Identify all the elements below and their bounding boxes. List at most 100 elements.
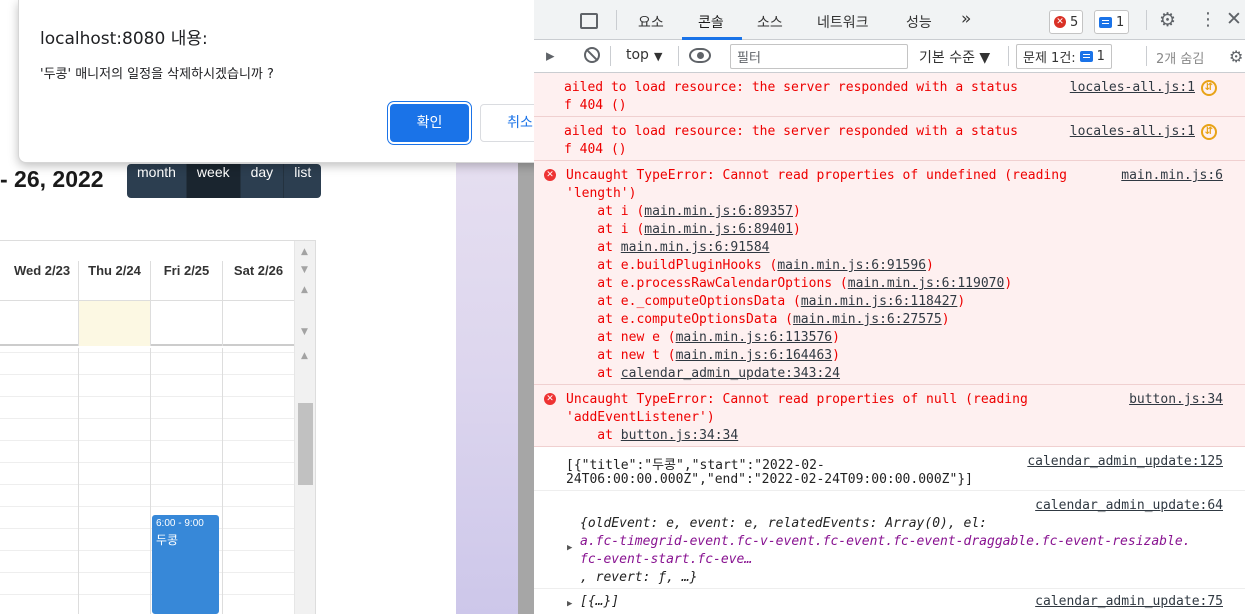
scroll-up-icon[interactable]: ▲ — [301, 247, 308, 257]
log-text: , revert: ƒ, …} — [580, 570, 698, 585]
stack-link[interactable]: main.min.js:6:113576 — [676, 330, 833, 345]
devtools-tab-bar: 요소 콘솔 소스 네트워크 성능 » ✕ 5 1 ⚙ ⋮ ✕ — [534, 0, 1245, 40]
source-link[interactable]: calendar_admin_update:125 — [1027, 454, 1223, 469]
console-log-row[interactable]: calendar_admin_update:64 ▶ {oldEvent: e,… — [534, 491, 1245, 589]
day-header-wed: Wed 2/23 — [13, 263, 71, 278]
scroll-up-icon[interactable]: ▲ — [301, 285, 308, 295]
tab-network[interactable]: 네트워크 — [817, 12, 869, 32]
view-month-button[interactable]: month — [127, 164, 187, 198]
all-day-cell[interactable] — [150, 301, 222, 346]
context-dropdown-icon[interactable]: ▼ — [654, 50, 662, 63]
view-week-button[interactable]: week — [186, 164, 241, 198]
live-expression-eye-icon[interactable] — [689, 48, 711, 63]
message-count-badge[interactable]: 1 — [1094, 10, 1130, 34]
stack-link[interactable]: main.min.js:6:89357 — [644, 204, 793, 219]
error-icon: ✕ — [544, 169, 556, 181]
alert-origin: localhost:8080 내용: — [40, 29, 208, 49]
message-count: 1 — [1116, 14, 1125, 30]
hidden-count: 2개 숨김 — [1156, 52, 1205, 67]
stack-link[interactable]: main.min.js:6:27575 — [793, 312, 942, 327]
source-link[interactable]: locales-all.js:1 — [1070, 124, 1195, 139]
tab-elements[interactable]: 요소 — [638, 12, 664, 32]
all-day-cell[interactable] — [6, 301, 78, 346]
scroll-thumb[interactable] — [298, 403, 313, 485]
more-tabs-icon[interactable]: » — [961, 9, 971, 29]
tab-performance[interactable]: 성능 — [906, 12, 932, 32]
stack-link[interactable]: main.min.js:6:118427 — [801, 294, 958, 309]
source-link[interactable]: main.min.js:6 — [1121, 168, 1223, 183]
expand-triangle-icon[interactable]: ▶ — [567, 599, 572, 609]
scroll-up-icon[interactable]: ▲ — [301, 351, 308, 361]
error-text: f 404 () — [564, 142, 627, 157]
stack-frame: at new e (main.min.js:6:113576) — [566, 330, 840, 345]
console-error-row[interactable]: ailed to load resource: the server respo… — [534, 117, 1245, 161]
console-error-row[interactable]: ✕ Uncaught TypeError: Cannot read proper… — [534, 385, 1245, 447]
stack-link[interactable]: main.min.js:6:91584 — [621, 240, 770, 255]
kebab-menu-icon[interactable]: ⋮ — [1199, 9, 1217, 30]
error-count: 5 — [1070, 14, 1079, 30]
alert-message: '두콩' 매니저의 일정을 삭제하시겠습니까 ? — [40, 67, 274, 82]
grid-scrollbar[interactable]: ▲ ▼ ▲ ▼ ▲ — [294, 241, 315, 614]
scroll-down-icon[interactable]: ▼ — [301, 265, 308, 275]
stack-link[interactable]: main.min.js:6:89401 — [644, 222, 793, 237]
context-selector[interactable]: top — [626, 47, 649, 63]
error-count-badge[interactable]: ✕ 5 — [1049, 10, 1084, 34]
view-day-button[interactable]: day — [240, 164, 285, 198]
source-link[interactable]: calendar_admin_update:64 — [1035, 498, 1223, 513]
stack-frame: at e.computeOptionsData (main.min.js:6:2… — [566, 312, 950, 327]
view-list-button[interactable]: list — [284, 164, 322, 198]
clear-console-icon[interactable] — [584, 47, 600, 63]
log-levels-dropdown[interactable]: 기본 수준 ▼ — [919, 47, 990, 67]
console-error-row[interactable]: ailed to load resource: the server respo… — [534, 73, 1245, 117]
console-log-row[interactable]: [{"title":"두콩","start":"2022-02- 24T06:0… — [534, 447, 1245, 491]
source-link[interactable]: calendar_admin_update:75 — [1035, 594, 1223, 609]
tab-sources[interactable]: 소스 — [757, 12, 783, 32]
source-link[interactable]: locales-all.js:1 — [1070, 80, 1195, 95]
stack-link[interactable]: main.min.js:6:164463 — [676, 348, 833, 363]
stack-link[interactable]: main.min.js:6:119070 — [848, 276, 1005, 291]
stack-link[interactable]: main.min.js:6:91596 — [777, 258, 926, 273]
error-text: Uncaught TypeError: Cannot read properti… — [566, 168, 1067, 183]
error-text: ailed to load resource: the server respo… — [564, 80, 1018, 95]
error-text: 'addEventListener') — [566, 410, 715, 425]
stack-frame: at e.processRawCalendarOptions (main.min… — [566, 276, 1013, 291]
event-time: 6:00 - 9:00 — [156, 518, 204, 529]
stack-frame: at calendar_admin_update:343:24 — [566, 366, 840, 381]
close-devtools-icon[interactable]: ✕ — [1226, 8, 1242, 30]
day-header-fri: Fri 2/25 — [150, 261, 222, 301]
settings-gear-icon[interactable]: ⚙ — [1159, 9, 1176, 31]
stack-link[interactable]: button.js:34:34 — [621, 428, 738, 443]
network-issue-icon[interactable]: ⇵ — [1201, 80, 1217, 96]
console-toolbar: ▸ top ▼ 필터 기본 수준 ▼ 문제 1건: 1 2개 숨김 ⚙ — [534, 40, 1245, 73]
stack-link[interactable]: calendar_admin_update:343:24 — [621, 366, 840, 381]
sidebar-toggle-icon[interactable]: ▸ — [546, 46, 555, 66]
alert-dialog: localhost:8080 내용: '두콩' 매니저의 일정을 삭제하시겠습니… — [18, 0, 579, 163]
devtools-panel: 요소 콘솔 소스 네트워크 성능 » ✕ 5 1 ⚙ ⋮ ✕ ▸ top ▼ 필… — [534, 0, 1245, 614]
all-day-row — [0, 301, 294, 346]
day-header-thu: Thu 2/24 — [78, 261, 150, 301]
scroll-down-icon[interactable]: ▼ — [301, 327, 308, 337]
filter-input[interactable]: 필터 — [730, 44, 908, 69]
device-toolbar-icon[interactable] — [580, 13, 598, 29]
stack-frame: at button.js:34:34 — [566, 428, 739, 443]
source-link[interactable]: button.js:34 — [1129, 392, 1223, 407]
confirm-button[interactable]: 확인 — [390, 104, 469, 142]
tab-console[interactable]: 콘솔 — [698, 12, 724, 32]
log-text: fc-event-start.fc-eve… — [580, 552, 753, 567]
error-icon: ✕ — [544, 393, 556, 405]
console-error-row[interactable]: ✕ Uncaught TypeError: Cannot read proper… — [534, 161, 1245, 385]
issues-button[interactable]: 문제 1건: 1 — [1016, 44, 1112, 69]
network-issue-icon[interactable]: ⇵ — [1201, 124, 1217, 140]
time-slots[interactable] — [0, 348, 294, 614]
error-icon: ✕ — [1054, 16, 1066, 28]
all-day-cell-today[interactable] — [78, 301, 150, 346]
expand-triangle-icon[interactable]: ▶ — [567, 543, 572, 553]
message-icon — [1099, 16, 1112, 28]
all-day-cell[interactable] — [222, 301, 294, 346]
log-text: 24T06:00:00.000Z","end":"2022-02-24T09:0… — [566, 472, 973, 487]
console-settings-gear-icon[interactable]: ⚙ — [1229, 47, 1243, 66]
log-text: [{"title":"두콩","start":"2022-02- — [566, 458, 825, 473]
calendar-event[interactable]: 6:00 - 9:00 두콩 — [152, 515, 219, 614]
console-log-row[interactable]: ▶ [{…}] calendar_admin_update:75 — [534, 589, 1245, 614]
stack-frame: at i (main.min.js:6:89401) — [566, 222, 801, 237]
